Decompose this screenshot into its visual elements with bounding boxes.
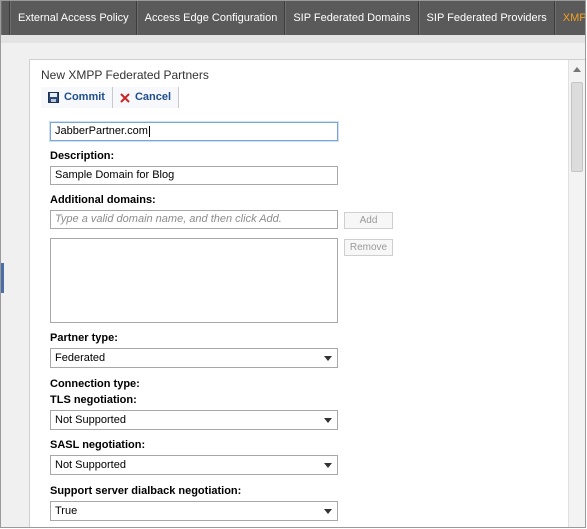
additional-domain-input[interactable]: Type a valid domain name, and then click… [50, 210, 338, 229]
left-edge-indicator [1, 263, 4, 293]
tab-subbar [1, 35, 585, 43]
dialback-negotiation-label: Support server dialback negotiation: [50, 485, 242, 497]
tab-overflow[interactable] [1, 1, 10, 35]
tab-sip-federated-domains[interactable]: SIP Federated Domains [285, 1, 419, 35]
sasl-negotiation-select[interactable]: Not Supported [50, 455, 338, 475]
partner-type-select[interactable]: Federated [50, 348, 338, 368]
chevron-down-icon [324, 356, 332, 361]
tab-xmpp-label: XMPP Federated Partners [562, 12, 586, 24]
domain-name-value: JabberPartner.com [55, 125, 148, 137]
commit-button[interactable]: Commit [41, 87, 113, 108]
dialback-negotiation-value: True [55, 505, 78, 517]
tab-bar: External Access Policy Access Edge Confi… [1, 1, 586, 35]
additional-domains-label: Additional domains: [50, 194, 156, 206]
domain-name-field[interactable]: JabberPartner.com [50, 122, 338, 141]
chevron-down-icon [324, 463, 332, 468]
save-icon [48, 92, 59, 103]
dialog-title: New XMPP Federated Partners [41, 68, 209, 82]
tab-xmpp-federated-partners[interactable]: XMPP Federated Partners [554, 1, 586, 35]
scroll-up-icon[interactable] [568, 60, 585, 78]
cancel-label: Cancel [134, 91, 172, 103]
remove-domain-button[interactable]: Remove [344, 239, 393, 256]
additional-domains-list[interactable] [50, 238, 338, 323]
add-domain-button[interactable]: Add [344, 212, 393, 229]
tls-negotiation-value: Not Supported [55, 414, 126, 426]
commit-label: Commit [64, 91, 105, 103]
sasl-negotiation-label: SASL negotiation: [50, 439, 146, 451]
dialog-toolbar: Commit Cancel [41, 87, 180, 108]
new-xmpp-partner-dialog: New XMPP Federated Partners Commit Cance… [29, 59, 585, 527]
tls-negotiation-label: TLS negotiation: [50, 394, 137, 406]
scroll-thumb[interactable] [571, 82, 583, 172]
partner-type-label: Partner type: [50, 332, 118, 344]
close-icon [120, 92, 130, 103]
dialback-negotiation-select[interactable]: True [50, 501, 338, 521]
tls-negotiation-select[interactable]: Not Supported [50, 410, 338, 430]
cancel-button[interactable]: Cancel [112, 87, 180, 108]
partner-type-value: Federated [55, 352, 106, 364]
connection-type-label: Connection type: [50, 378, 140, 390]
sasl-negotiation-value: Not Supported [55, 459, 126, 471]
tab-external-access-policy[interactable]: External Access Policy [10, 1, 137, 35]
chevron-down-icon [324, 509, 332, 514]
app-frame: External Access Policy Access Edge Confi… [0, 0, 586, 528]
tab-access-edge-configuration[interactable]: Access Edge Configuration [136, 1, 286, 35]
text-caret [148, 125, 150, 137]
chevron-down-icon [324, 418, 332, 423]
vertical-scrollbar[interactable] [568, 60, 585, 527]
description-label: Description: [50, 150, 115, 162]
tab-sip-federated-providers[interactable]: SIP Federated Providers [418, 1, 555, 35]
description-field[interactable]: Sample Domain for Blog [50, 166, 338, 185]
